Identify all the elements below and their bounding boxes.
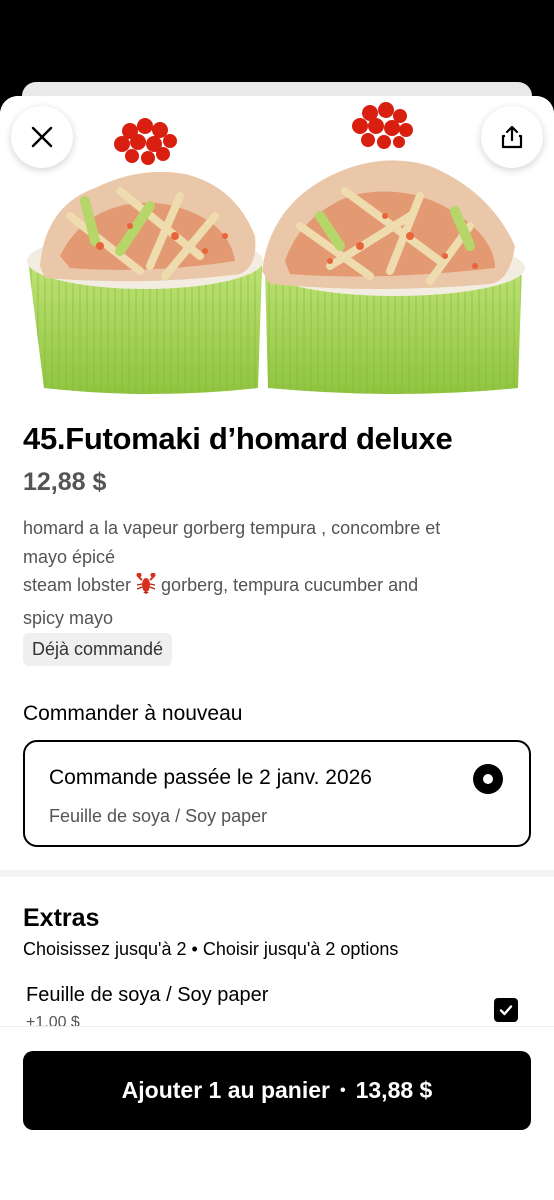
extras-title: Extras bbox=[23, 904, 100, 932]
description-line: spicy mayo bbox=[23, 607, 114, 628]
futomaki-illustration bbox=[27, 102, 525, 394]
close-button[interactable] bbox=[11, 106, 73, 168]
description-line: homard a la vapeur gorberg tempura , con… bbox=[23, 518, 441, 538]
add-to-cart-button[interactable]: Ajouter 1 au panier • 13,88 $ bbox=[23, 1051, 531, 1130]
separator-dot: • bbox=[339, 1081, 346, 1099]
radio-selected[interactable] bbox=[473, 764, 503, 794]
extras-subtitle: Choisissez jusqu'à 2 • Choisir jusqu'à 2… bbox=[23, 939, 399, 959]
checkmark-icon bbox=[499, 1005, 513, 1016]
product-price: 12,88 $ bbox=[23, 468, 107, 496]
previous-order-items: Feuille de soya / Soy paper bbox=[49, 806, 268, 826]
item-detail-sheet: 45.Futomaki d’homard deluxe 12,88 $ homa… bbox=[0, 96, 554, 1200]
close-icon bbox=[31, 126, 53, 148]
description-line: steam lobster gorberg, tempura cucumber … bbox=[23, 571, 523, 604]
previous-order-option[interactable]: Commande passée le 2 janv. 2026 Feuille … bbox=[23, 740, 531, 847]
section-divider bbox=[0, 870, 554, 877]
add-to-cart-total: 13,88 $ bbox=[355, 1077, 433, 1103]
product-image bbox=[0, 96, 554, 396]
product-title: 45.Futomaki d’homard deluxe bbox=[23, 421, 453, 456]
extra-option-soy-paper[interactable]: Feuille de soya / Soy paper +1,00 $ bbox=[26, 984, 522, 1028]
previously-ordered-badge: Déjà commandé bbox=[23, 633, 173, 666]
lobster-emoji bbox=[135, 572, 157, 604]
add-to-cart-label: Ajouter 1 au panier bbox=[121, 1077, 330, 1103]
share-icon bbox=[501, 125, 523, 149]
footer-bar: Ajouter 1 au panier • 13,88 $ bbox=[0, 1026, 554, 1200]
extra-option-checkbox[interactable] bbox=[494, 998, 518, 1022]
reorder-heading: Commander à nouveau bbox=[23, 702, 243, 725]
extra-option-label: Feuille de soya / Soy paper bbox=[26, 984, 269, 1006]
product-description: homard a la vapeur gorberg tempura , con… bbox=[23, 514, 523, 632]
description-line: mayo épicé bbox=[23, 546, 116, 567]
description-text: steam lobster bbox=[23, 575, 132, 595]
description-text: gorberg, tempura cucumber and bbox=[161, 575, 419, 595]
share-button[interactable] bbox=[481, 106, 543, 168]
previous-order-title: Commande passée le 2 janv. 2026 bbox=[49, 766, 372, 789]
